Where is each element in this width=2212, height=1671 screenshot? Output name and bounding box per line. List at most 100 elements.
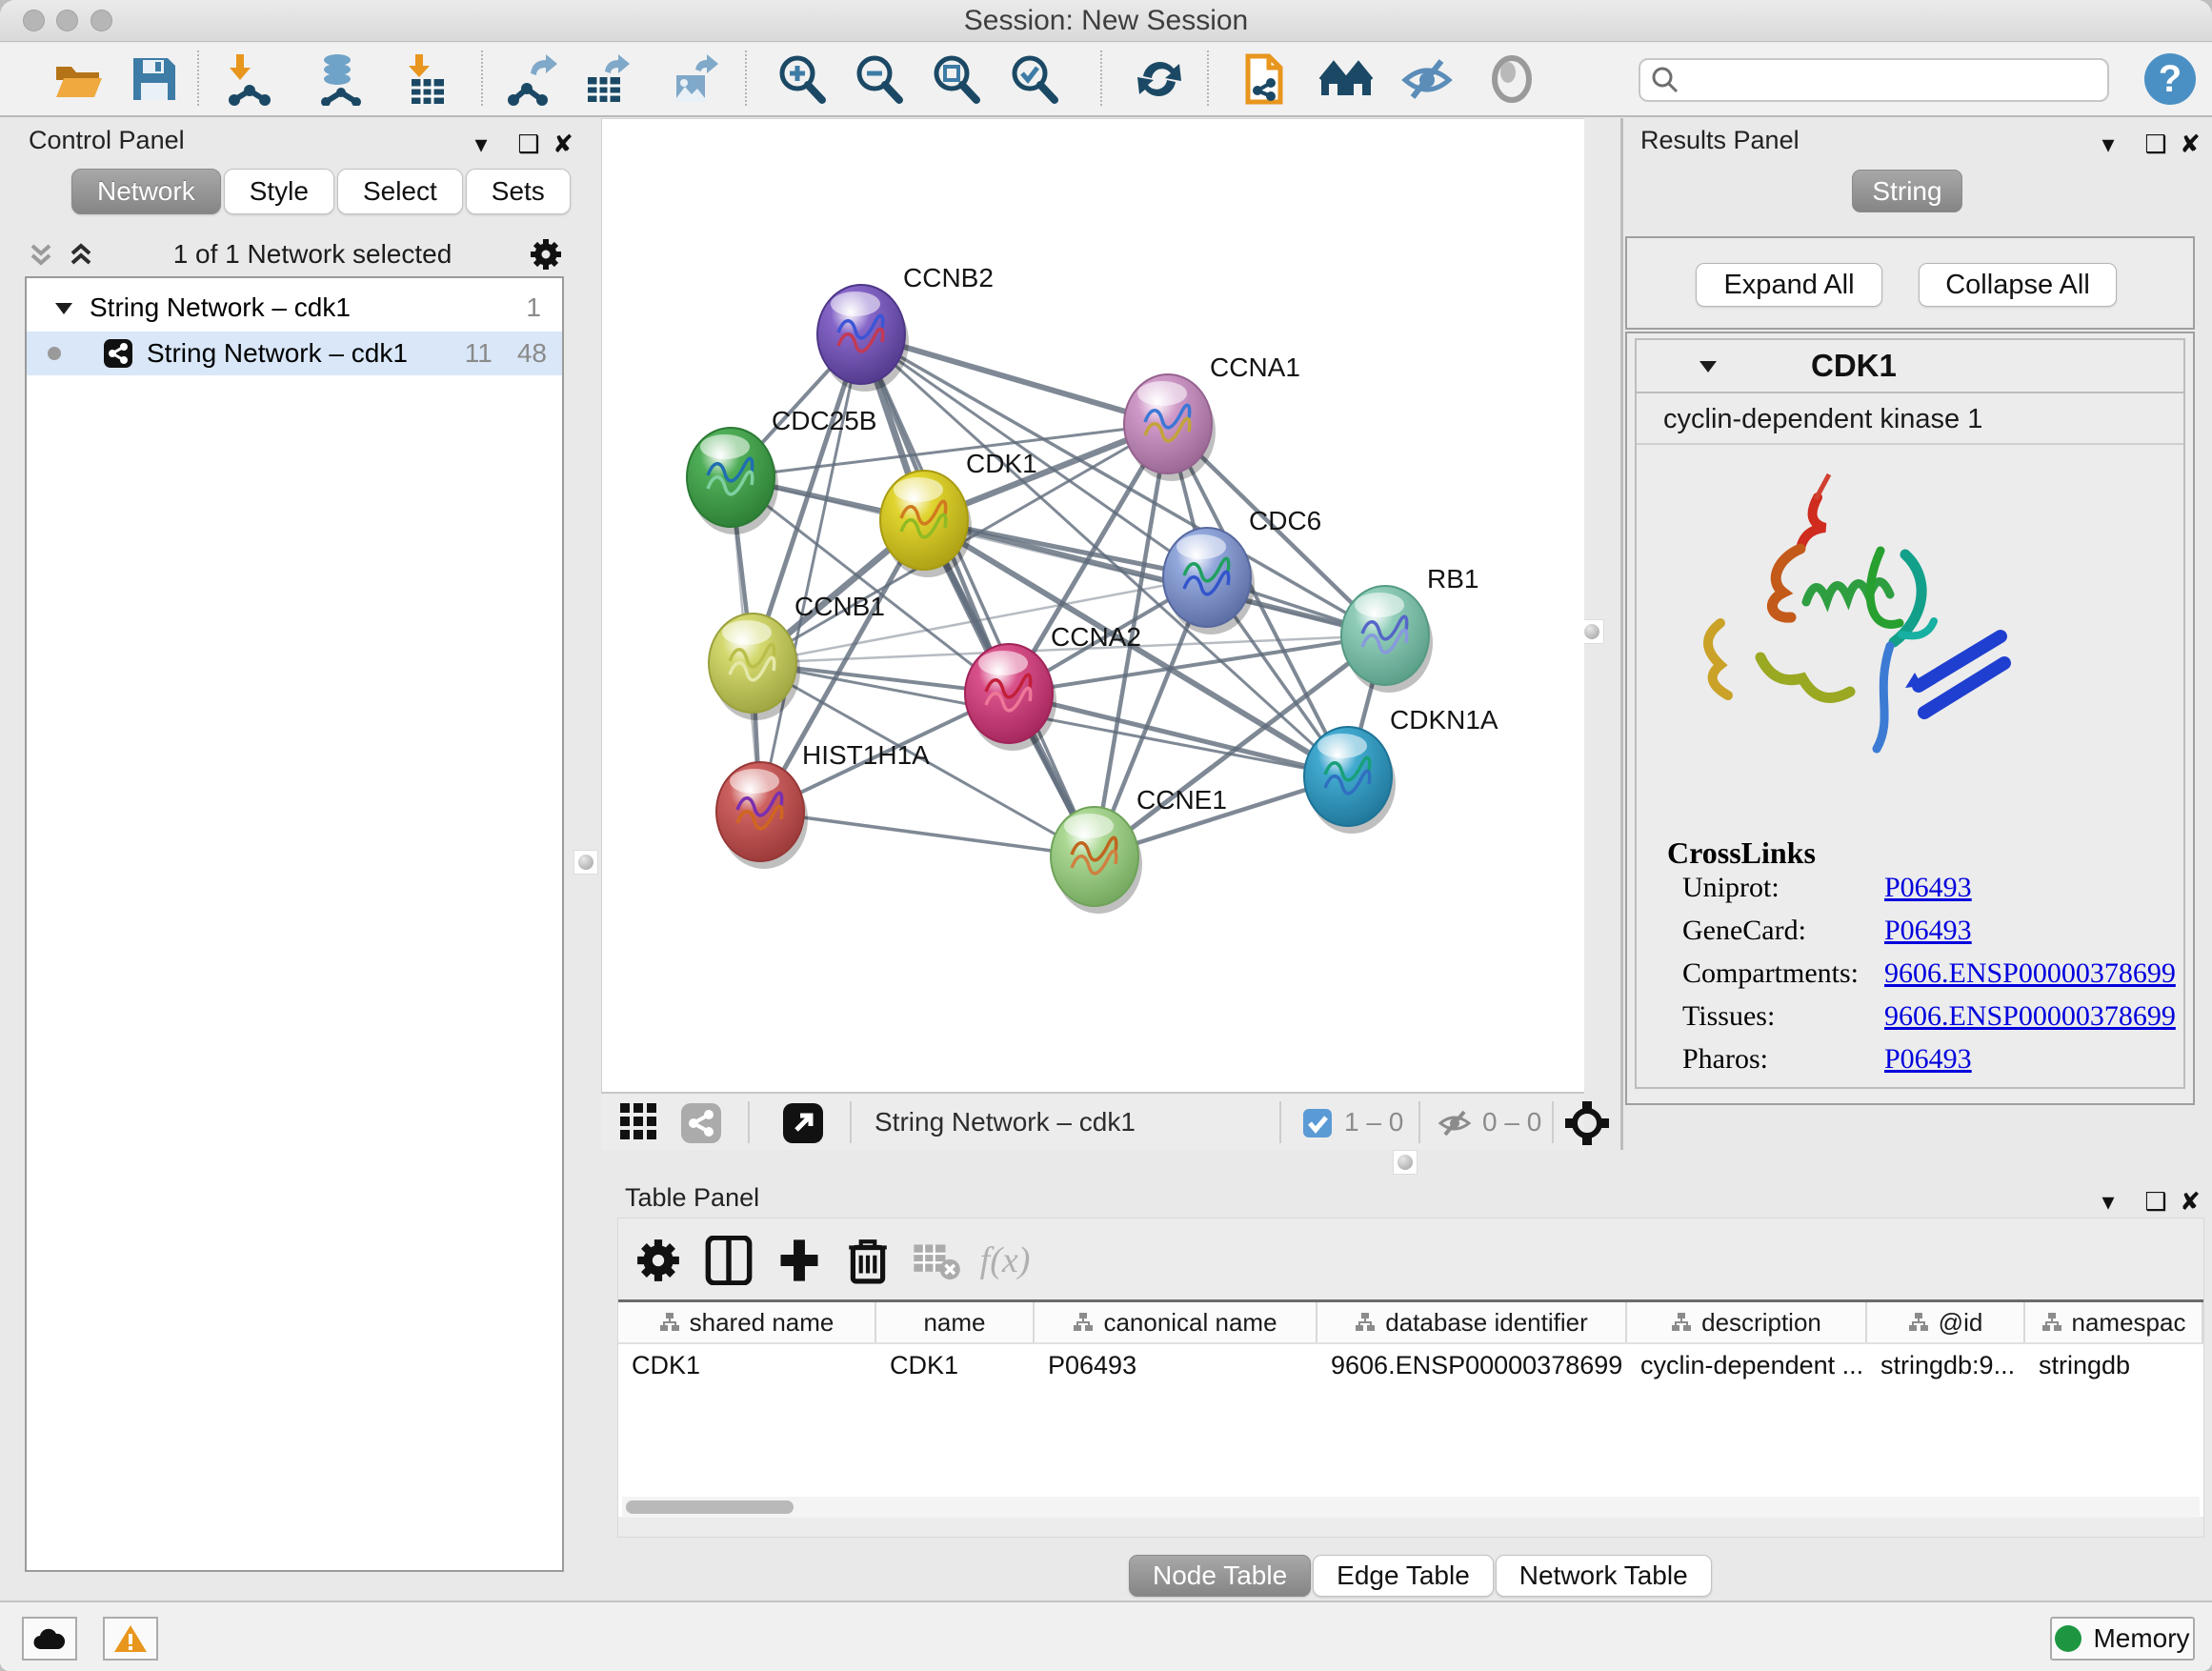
hidden-eye-icon[interactable] [1438,1107,1472,1139]
tab-select[interactable]: Select [337,169,463,214]
control-panel-close-icon[interactable]: ✘ [547,128,579,160]
table-row[interactable]: CDK1CDK1P064939606.ENSP00000378699cyclin… [618,1344,2203,1386]
crosslink-link[interactable]: P06493 [1884,872,1972,904]
search-input[interactable] [1680,66,2107,95]
table-horizontal-scrollbar[interactable] [622,1497,2200,1518]
crosslinks-title: CrossLinks [1667,836,1816,871]
expand-all-chevrons-icon[interactable] [65,238,97,271]
column-header[interactable]: database identifier [1317,1302,1627,1342]
column-header[interactable]: description [1627,1302,1867,1342]
network-node-ccne1[interactable]: CCNE1 [1051,785,1227,914]
table-cell[interactable]: CDK1 [618,1344,876,1386]
crosslink-link[interactable]: P06493 [1884,1043,1972,1076]
show-columns-icon[interactable] [704,1236,754,1285]
save-session-button[interactable] [126,50,183,108]
share-view-icon[interactable] [681,1103,721,1143]
column-header[interactable]: namespac [2025,1302,2203,1342]
details-sphere-button[interactable] [1483,50,1540,108]
selected-checkbox-icon[interactable] [1303,1109,1332,1137]
tab-node-table[interactable]: Node Table [1129,1555,1311,1597]
table-cell[interactable]: stringdb:9... [1867,1344,2025,1386]
table-settings-gear-icon[interactable] [633,1236,683,1285]
horizontal-splitter-handle[interactable] [1393,1150,1418,1175]
help-button[interactable]: ? [2142,50,2199,108]
import-network-database-button[interactable] [311,50,368,108]
column-header-label: canonical name [1103,1308,1277,1338]
table-panel-close-icon[interactable]: ✘ [2174,1185,2206,1218]
column-header[interactable]: @id [1867,1302,2025,1342]
delete-table-icon[interactable] [912,1236,961,1285]
import-network-file-button[interactable] [219,50,276,108]
birdseye-navigator-icon[interactable] [1565,1101,1609,1145]
cloud-status-button[interactable] [22,1617,77,1661]
left-splitter-handle[interactable] [573,850,598,875]
network-canvas[interactable]: CCNB2CCNA1CDC25BCDK1CDC6RB1CCNB1CCNA2CDK… [601,118,1584,1092]
grid-view-icon[interactable] [620,1103,660,1141]
export-table-button[interactable] [578,50,635,108]
gear-icon[interactable] [528,236,564,272]
collapse-all-button[interactable]: Collapse All [1919,263,2117,307]
zoom-selected-button[interactable] [1005,50,1062,108]
control-panel-float-icon[interactable]: ❑ [513,128,545,160]
control-panel-collapse-icon[interactable]: ▾ [465,128,497,160]
open-session-button[interactable] [50,50,107,108]
zoom-in-button[interactable] [773,50,830,108]
column-header[interactable]: shared name [618,1302,876,1342]
tree-expand-caret-icon[interactable] [51,295,76,320]
results-panel-collapse-icon[interactable]: ▾ [2092,128,2124,160]
table-cell[interactable]: cyclin-dependent ... [1627,1344,1867,1386]
first-neighbors-button[interactable] [1237,50,1294,108]
table-cell[interactable]: stringdb [2025,1344,2203,1386]
results-panel-close-icon[interactable]: ✘ [2174,128,2206,160]
memory-button[interactable]: Memory [2050,1617,2195,1661]
save-floppy-icon [130,54,179,104]
hide-details-button[interactable] [1398,50,1456,108]
import-table-button[interactable] [398,50,455,108]
apply-function-fx-icon[interactable]: f(x) [980,1236,1030,1285]
tab-sets[interactable]: Sets [466,169,571,214]
zoom-out-button[interactable] [850,50,907,108]
refresh-button[interactable] [1131,50,1188,108]
gene-panel-header[interactable]: CDK1 [1637,340,2183,393]
export-image-button[interactable] [667,50,724,108]
network-edge[interactable] [861,334,1095,856]
tab-string[interactable]: String [1852,170,1962,212]
network-node-ccna1[interactable]: CCNA1 [1124,352,1300,481]
column-header[interactable]: canonical name [1035,1302,1317,1342]
collapse-all-chevrons-icon[interactable] [25,238,57,271]
table-panel-float-icon[interactable]: ❑ [2140,1185,2172,1218]
warnings-button[interactable] [103,1617,158,1661]
tab-network[interactable]: Network [71,169,221,214]
gene-collapse-caret-icon[interactable] [1696,353,1720,378]
network-svg: CCNB2CCNA1CDC25BCDK1CDC6RB1CCNB1CCNA2CDK… [602,119,1585,1093]
export-network-button[interactable] [502,50,559,108]
network-node-ccnb2[interactable]: CCNB2 [817,263,994,392]
detach-view-icon[interactable] [783,1103,823,1143]
network-row[interactable]: String Network – cdk1 11 48 [27,332,562,375]
network-edge[interactable] [760,812,1095,856]
search-box [1639,58,2109,102]
table-panel-collapse-icon[interactable]: ▾ [2092,1185,2124,1218]
tab-style[interactable]: Style [224,169,334,214]
crosslink-link[interactable]: P06493 [1884,915,1972,947]
expand-all-button[interactable]: Expand All [1696,263,1882,307]
network-collection-row[interactable]: String Network – cdk1 1 [27,286,562,330]
table-cell[interactable]: 9606.ENSP00000378699 [1317,1344,1627,1386]
crosslink-link[interactable]: 9606.ENSP00000378699 [1884,957,2176,990]
delete-column-trash-icon[interactable] [843,1236,893,1285]
create-column-plus-icon[interactable] [774,1236,824,1285]
results-panel-float-icon[interactable]: ❑ [2140,128,2172,160]
scrollbar-thumb[interactable] [626,1500,794,1514]
table-cell[interactable]: P06493 [1035,1344,1317,1386]
crosslink-link[interactable]: 9606.ENSP00000378699 [1884,1000,2176,1033]
network-node-hist1h1a[interactable]: HIST1H1A [716,740,930,869]
network-node-cdkn1a[interactable]: CDKN1A [1304,705,1498,834]
houses-button[interactable] [1317,50,1375,108]
table-cell[interactable]: CDK1 [876,1344,1035,1386]
zoom-fit-button[interactable] [927,50,984,108]
network-node-ccnb1[interactable]: CCNB1 [709,592,885,720]
column-header[interactable]: name [876,1302,1035,1342]
tab-edge-table[interactable]: Edge Table [1313,1555,1494,1597]
network-node-rb1[interactable]: RB1 [1341,564,1478,693]
tab-network-table[interactable]: Network Table [1496,1555,1712,1597]
